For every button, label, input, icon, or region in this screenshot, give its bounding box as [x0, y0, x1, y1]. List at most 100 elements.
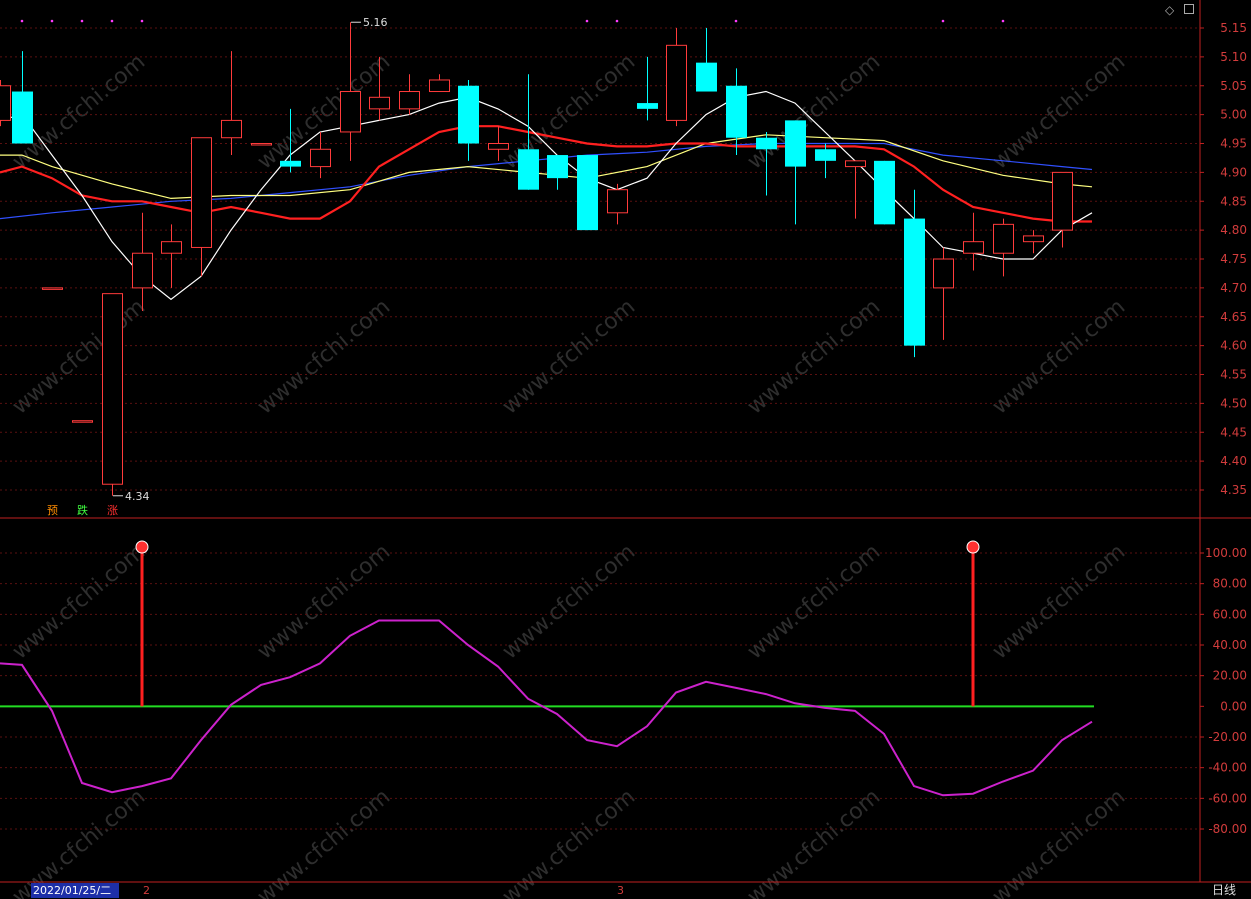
- candle-body: [280, 160, 301, 167]
- signal-marker: [966, 540, 980, 554]
- candle-up: [221, 51, 242, 156]
- candle-down: [547, 155, 568, 190]
- candle-down: [785, 120, 806, 225]
- price-tick-label: 4.75: [1220, 252, 1247, 266]
- candle-body: [815, 149, 836, 161]
- candle-body: [191, 137, 212, 248]
- candle-body: [993, 223, 1014, 254]
- price-tick-label: 4.35: [1220, 483, 1247, 497]
- candle-body: [666, 44, 687, 121]
- candle-up: [0, 79, 11, 127]
- price-tick-label: 5.10: [1220, 50, 1247, 64]
- event-dot: [1001, 19, 1005, 23]
- watermark-text: www.cfchi.com: [743, 49, 885, 174]
- candle-body: [1023, 235, 1044, 243]
- candle-up: [310, 131, 331, 179]
- candle-body: [547, 155, 568, 179]
- price-tick-label: 4.70: [1220, 281, 1247, 295]
- price-tick-label: 4.40: [1220, 454, 1247, 468]
- candle-body: [607, 189, 628, 214]
- candle-body: [904, 218, 925, 346]
- candle-up: [933, 247, 954, 340]
- watermark-text: www.cfchi.com: [8, 539, 150, 664]
- x-axis-mark-2: 2: [143, 884, 150, 897]
- osc-tick-label: 60.00: [1213, 607, 1247, 621]
- candle-body: [12, 91, 33, 144]
- event-dot: [50, 19, 54, 23]
- candle-up: [993, 218, 1014, 277]
- candle-body: [874, 160, 895, 225]
- candle-body: [637, 103, 658, 109]
- event-dot: [585, 19, 589, 23]
- restore-icon[interactable]: [1184, 4, 1195, 14]
- watermark-text: www.cfchi.com: [743, 294, 885, 419]
- candle-body: [310, 148, 331, 168]
- price-tick-label: 5.05: [1220, 79, 1247, 93]
- candle-up: [102, 293, 123, 496]
- watermark-text: www.cfchi.com: [498, 539, 640, 664]
- candle-body: [933, 258, 954, 289]
- candle-body: [696, 62, 717, 92]
- candle-down: [874, 160, 895, 225]
- price-tick-label: 4.50: [1220, 396, 1247, 410]
- candle-body: [756, 137, 777, 150]
- period-label[interactable]: 日线: [1212, 883, 1236, 898]
- event-dot: [941, 19, 945, 23]
- watermark-text: www.cfchi.com: [988, 539, 1130, 664]
- candle-up: [963, 212, 984, 271]
- candle-up: [1023, 230, 1044, 254]
- candle-body: [72, 420, 93, 423]
- diamond-icon[interactable]: ◇: [1165, 3, 1174, 17]
- candle-up: [429, 74, 450, 93]
- osc-tick-label: 0.00: [1220, 699, 1247, 713]
- signal-tag: 跌: [77, 503, 88, 517]
- candle-up: [399, 74, 420, 115]
- x-axis-mark-3: 3: [617, 884, 624, 897]
- watermark-text: www.cfchi.com: [743, 539, 885, 664]
- watermark-text: www.cfchi.com: [988, 49, 1130, 174]
- event-dot: [734, 19, 738, 23]
- candle-body: [132, 252, 153, 289]
- watermark-text: www.cfchi.com: [253, 294, 395, 419]
- candle-down: [458, 79, 479, 161]
- ma-blue-line: [0, 142, 1093, 220]
- price-axis: 5.15 5.10 5.05 5.00 4.95 4.90 4.85 4.80 4.75 4.70…: [1200, 21, 1247, 836]
- min-price-label: 4.34: [125, 490, 150, 503]
- price-tick-label: 4.55: [1220, 368, 1247, 382]
- candle-body: [577, 155, 598, 231]
- event-dot: [110, 19, 114, 23]
- oscillator-layer: [0, 540, 1094, 797]
- osc-tick-label: 40.00: [1213, 638, 1247, 652]
- grid-lines: [0, 0, 1251, 883]
- candle-up: [161, 224, 182, 288]
- event-dot: [615, 19, 619, 23]
- candle-body: [42, 287, 63, 290]
- candle-down: [726, 68, 747, 156]
- candle-body: [518, 149, 539, 190]
- candle-body: [102, 293, 123, 485]
- price-tick-label: 4.80: [1220, 223, 1247, 237]
- candle-body: [488, 143, 509, 150]
- candle-up: [666, 28, 687, 127]
- event-dot: [140, 19, 144, 23]
- candle-up: [845, 160, 866, 219]
- candle-up: [191, 137, 212, 277]
- candle-down: [577, 155, 598, 231]
- candle-body: [0, 85, 11, 121]
- watermark-text: www.cfchi.com: [253, 539, 395, 664]
- candle-up: [251, 143, 272, 146]
- candle-body: [963, 241, 984, 254]
- candle-body: [221, 119, 242, 139]
- event-dot: [80, 19, 84, 23]
- candle-down: [904, 189, 925, 358]
- candle-body: [161, 241, 182, 254]
- osc-tick-label: 80.00: [1213, 577, 1247, 591]
- event-dot: [20, 19, 24, 23]
- candle-body: [429, 79, 450, 93]
- window-controls[interactable]: ◇: [1165, 3, 1195, 17]
- current-date-label[interactable]: 2022/01/25/二: [31, 883, 119, 898]
- chart-canvas[interactable]: www.cfchi.com www.cfchi.com www.cfchi.com w…: [0, 0, 1251, 899]
- price-tick-label: 4.60: [1220, 339, 1247, 353]
- osc-tick-label: -60.00: [1208, 791, 1247, 805]
- candle-up: [607, 183, 628, 225]
